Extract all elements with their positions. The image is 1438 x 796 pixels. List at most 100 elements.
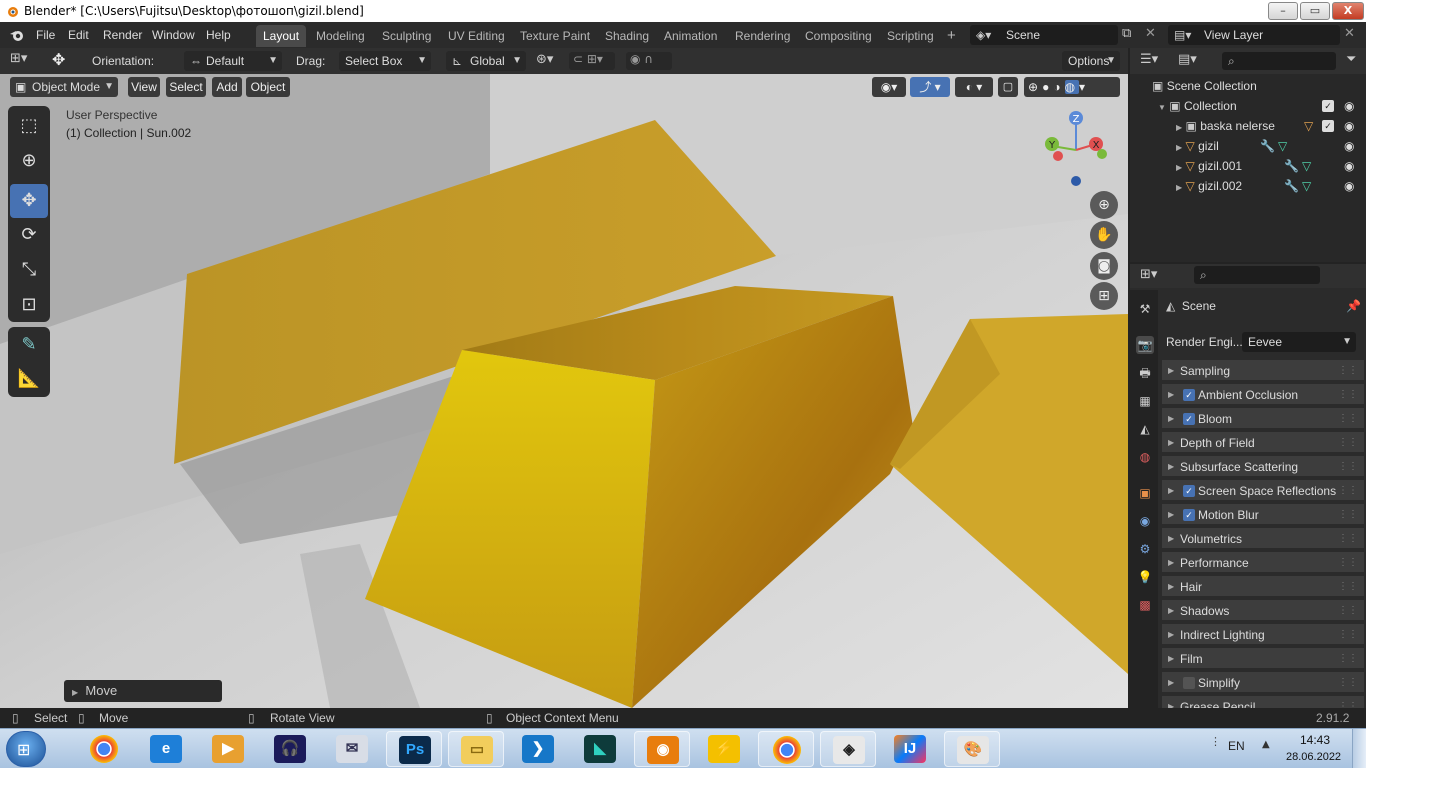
tab-scripting[interactable]: Scripting — [880, 25, 941, 47]
collapse-icon[interactable]: ▼ — [1158, 103, 1166, 112]
taskbar-app-chrome[interactable] — [758, 731, 814, 767]
panel-checkbox[interactable]: ✓ — [1183, 509, 1195, 521]
expand-icon[interactable]: ▶ — [1168, 672, 1174, 694]
navigation-gizmo[interactable]: Z X Y — [1038, 110, 1118, 190]
expand-icon[interactable]: ▶ — [1168, 648, 1174, 670]
expand-icon[interactable]: ▶ — [1176, 163, 1182, 172]
eye-icon[interactable]: ◉ — [1344, 156, 1354, 176]
taskbar-app-ps[interactable]: Ps — [386, 731, 442, 767]
expand-icon[interactable]: ▶ — [1176, 123, 1182, 132]
close-button[interactable]: X — [1332, 2, 1364, 20]
drag-grip-icon[interactable]: ⋮⋮ — [1338, 504, 1358, 526]
taskbar-app-ij[interactable]: IJ — [882, 731, 938, 767]
material-icon[interactable]: ◑ — [1053, 80, 1064, 94]
outliner-item-baska-nelerse[interactable]: ▶ ▣ baska nelerse ▽ ✓ ◉ — [1130, 116, 1366, 136]
expand-icon[interactable]: ▶ — [1176, 143, 1182, 152]
data-tab-icon[interactable]: 💡 — [1136, 568, 1154, 586]
taskbar-app-game[interactable]: ◣ — [572, 731, 628, 767]
outliner-scene-collection[interactable]: ▣ Scene Collection — [1130, 76, 1366, 96]
camera-icon[interactable]: ◙ — [1090, 252, 1118, 280]
menu-help[interactable]: Help — [206, 22, 231, 48]
tab-texture-paint[interactable]: Texture Paint — [513, 25, 597, 47]
pivot-point-icon[interactable]: ⊛▾ — [536, 52, 553, 67]
filter-icon[interactable]: ⏷ — [1346, 52, 1356, 67]
rendered-icon[interactable]: ◍ — [1064, 80, 1080, 94]
editor-type-icon[interactable]: ☰▾ — [1140, 52, 1158, 67]
texture-tab-icon[interactable]: ▩ — [1136, 596, 1154, 614]
menu-select[interactable]: Select — [166, 77, 206, 97]
tab-compositing[interactable]: Compositing — [798, 25, 879, 47]
expand-icon[interactable]: ▶ — [1168, 384, 1174, 406]
annotate-tool-icon[interactable]: ✎ — [10, 328, 48, 362]
start-button[interactable]: ⊞ — [6, 731, 46, 767]
panel-simplify[interactable]: ▶ Simplify ⋮⋮ — [1162, 672, 1364, 694]
tab-modeling[interactable]: Modeling — [309, 25, 372, 47]
shading-modes[interactable]: ⊕●◑◍▾ — [1024, 77, 1120, 97]
outliner-item-gizil-001[interactable]: ▶ ▽ gizil.001 🔧 ▽ ◉ — [1130, 156, 1366, 176]
taskbar-app-vscode[interactable]: ❯ — [510, 731, 566, 767]
taskbar-app-blender[interactable]: ◉ — [634, 731, 690, 767]
tab-animation[interactable]: Animation — [657, 25, 724, 47]
expand-icon[interactable]: ▶ — [1168, 576, 1174, 598]
object-tab-icon[interactable]: ▣ — [1136, 484, 1154, 502]
tab-rendering[interactable]: Rendering — [728, 25, 797, 47]
last-operator-panel[interactable]: ▶ Move — [64, 680, 222, 702]
panel-film[interactable]: ▶ Film ⋮⋮ — [1162, 648, 1364, 670]
drag-grip-icon[interactable]: ⋮⋮ — [1338, 408, 1358, 430]
drag-grip-icon[interactable]: ⋮⋮ — [1338, 480, 1358, 502]
solid-icon[interactable]: ● — [1042, 80, 1053, 94]
drag-grip-icon[interactable]: ⋮⋮ — [1338, 552, 1358, 574]
eye-icon[interactable]: ◉ — [1344, 96, 1354, 116]
orientation-dropdown[interactable]: ⇔ Default ▼ — [184, 51, 282, 71]
snap-icon[interactable]: ⊂ ⊞▾ — [569, 52, 615, 70]
gizmo-neg-x[interactable] — [1053, 151, 1063, 161]
editor-type-icon[interactable]: ⊞▾ — [10, 51, 27, 66]
menu-edit[interactable]: Edit — [68, 22, 89, 48]
tab-uv-editing[interactable]: UV Editing — [441, 25, 512, 47]
drag-grip-icon[interactable]: ⋮⋮ — [1338, 600, 1358, 622]
taskbar-app-audacity[interactable]: 🎧 — [262, 731, 318, 767]
expand-icon[interactable]: ▶ — [1168, 480, 1174, 502]
taskbar-app-ie[interactable]: e — [138, 731, 194, 767]
delete-scene-icon[interactable]: ✕ — [1145, 26, 1156, 41]
xray-icon[interactable]: ▢ — [998, 77, 1018, 97]
scale-tool-icon[interactable]: ⤡ — [10, 253, 48, 287]
drag-grip-icon[interactable]: ⋮⋮ — [1338, 624, 1358, 646]
gizmo-neg-z[interactable] — [1071, 176, 1081, 186]
outliner-collection[interactable]: ▼ ▣ Collection ✓ ◉ — [1130, 96, 1366, 116]
panel-motion-blur[interactable]: ▶ ✓ Motion Blur ⋮⋮ — [1162, 504, 1364, 526]
tab-shading[interactable]: Shading — [598, 25, 656, 47]
display-mode-icon[interactable]: ▤▾ — [1178, 52, 1197, 67]
constraint-tab-icon[interactable]: ⚙ — [1136, 540, 1154, 558]
taskbar-app-mail[interactable]: ✉ — [324, 731, 380, 767]
taskbar-app-unity[interactable]: ◈ — [820, 731, 876, 767]
options-dropdown[interactable]: Options ▼ — [1062, 51, 1120, 71]
minimize-button[interactable]: – — [1268, 2, 1298, 20]
render-tab-icon[interactable]: 📷 — [1136, 336, 1154, 354]
scene-selector[interactable]: ◈▾ Scene — [970, 25, 1118, 45]
modifier-tab-icon[interactable]: ◉ — [1136, 512, 1154, 530]
tab-layout[interactable]: Layout — [256, 25, 307, 47]
overlay-toggle-icon[interactable]: ◐ ▾ — [955, 77, 993, 97]
taskbar-app-media-player[interactable]: ▶ — [200, 731, 256, 767]
editor-type-icon[interactable]: ⊞▾ — [1140, 267, 1157, 282]
transform-orientation-dropdown[interactable]: ⊾ Global ▼ — [446, 51, 526, 71]
drag-grip-icon[interactable]: ⋮⋮ — [1338, 672, 1358, 694]
panel-sampling[interactable]: ▶ Sampling ⋮⋮ — [1162, 360, 1364, 382]
clock-date[interactable]: 28.06.2022 — [1286, 751, 1341, 763]
expand-icon[interactable]: ▶ — [1168, 360, 1174, 382]
taskbar-app-explorer[interactable]: ▭ — [448, 731, 504, 767]
menu-view[interactable]: View — [128, 77, 160, 97]
menu-object[interactable]: Object — [246, 77, 290, 97]
tool-tab-icon[interactable]: ⚒ — [1136, 300, 1154, 318]
drag-grip-icon[interactable]: ⋮⋮ — [1338, 528, 1358, 550]
taskbar-app-paint[interactable]: 🎨 — [944, 731, 1000, 767]
pan-hand-icon[interactable]: ✋ — [1090, 221, 1118, 249]
expand-icon[interactable]: ▶ — [1168, 432, 1174, 454]
blender-menu-icon[interactable] — [8, 27, 26, 43]
panel-subsurface-scattering[interactable]: ▶ Subsurface Scattering ⋮⋮ — [1162, 456, 1364, 478]
3d-viewport[interactable]: ▣ Object Mode ▼ View Select Add Object ◉▾… — [0, 74, 1128, 708]
panel-volumetrics[interactable]: ▶ Volumetrics ⋮⋮ — [1162, 528, 1364, 550]
expand-icon[interactable]: ▶ — [1168, 408, 1174, 430]
expand-icon[interactable]: ▶ — [1168, 504, 1174, 526]
